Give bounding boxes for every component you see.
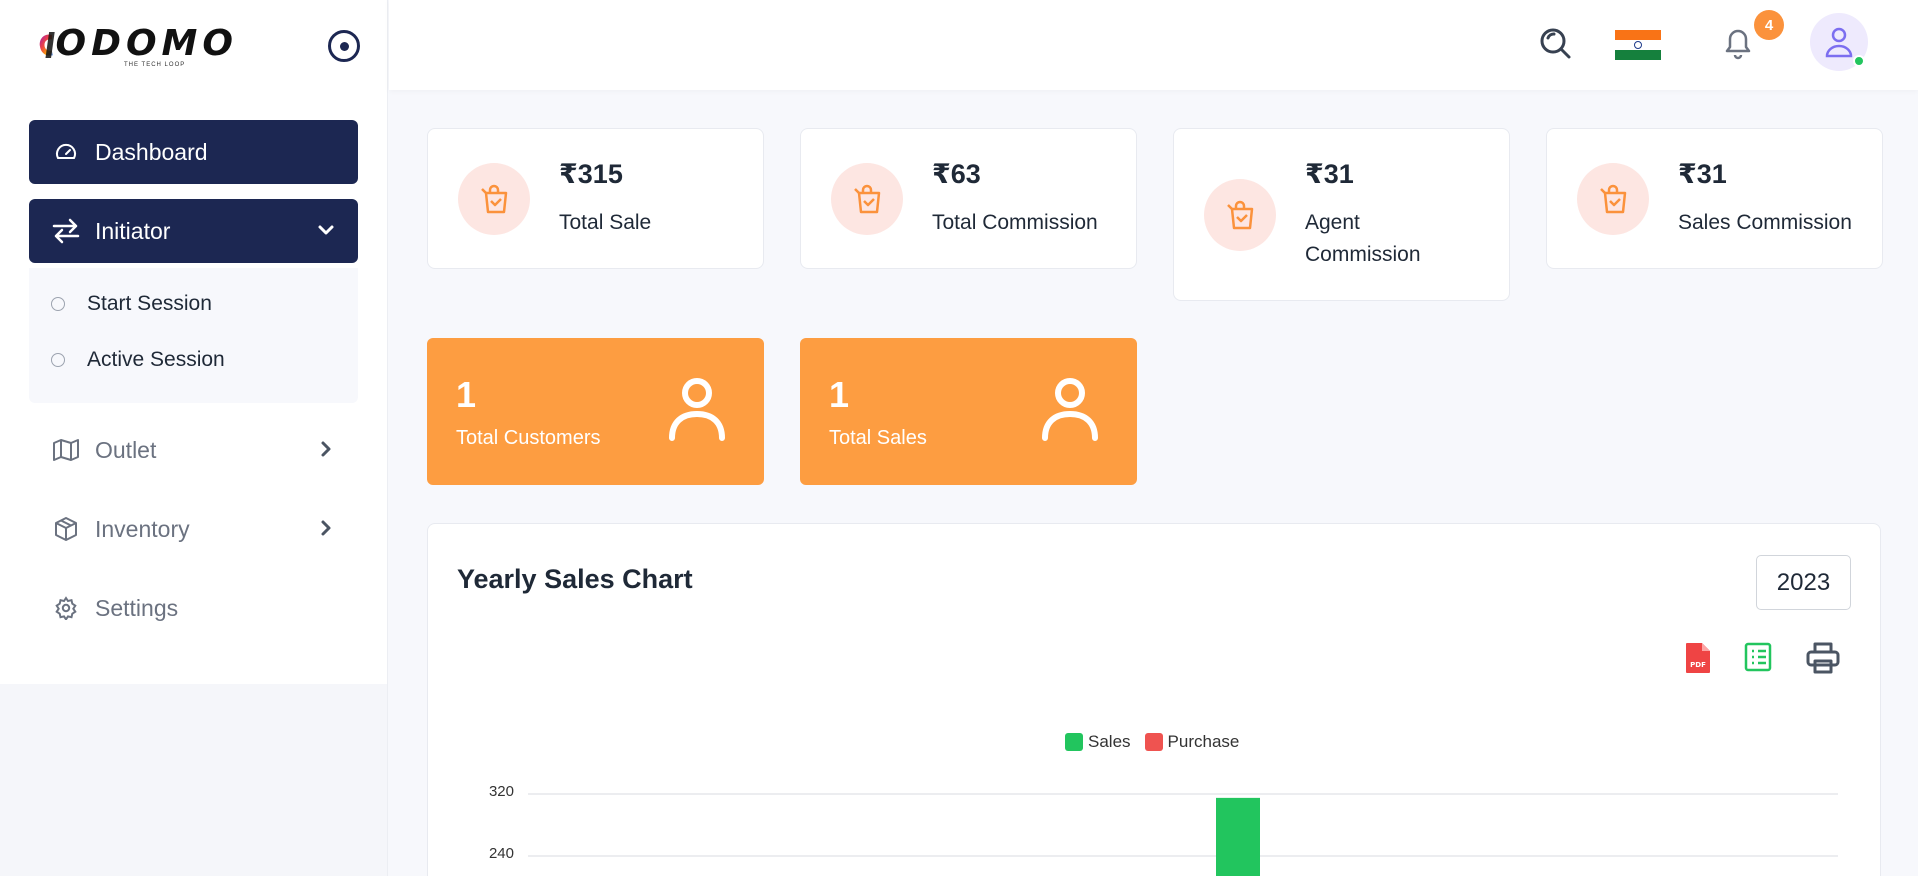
- gear-icon: [51, 593, 81, 623]
- stat-card-sales-commission: ₹31 Sales Commission: [1546, 128, 1883, 269]
- sidebar-subitem-active-session[interactable]: Active Session: [51, 348, 225, 372]
- user-icon: [669, 378, 725, 441]
- chevron-right-icon: [316, 438, 336, 465]
- sidebar-item-outlet[interactable]: Outlet: [29, 422, 358, 478]
- box-icon: [51, 514, 81, 544]
- map-icon: [51, 435, 81, 465]
- bar-sales[interactable]: [1216, 797, 1260, 876]
- bullet-circle-icon: [51, 353, 65, 367]
- shopping-bag-icon: [458, 163, 530, 235]
- counter-card-total-customers: 1 Total Customers: [427, 338, 764, 485]
- brand-name: ODOMO: [55, 22, 238, 64]
- bullet-circle-icon: [51, 297, 65, 311]
- sidebar-toggle-button[interactable]: [328, 30, 360, 62]
- online-status-dot: [1853, 55, 1865, 67]
- chevron-right-icon: [316, 517, 336, 544]
- stat-value: ₹315: [559, 159, 623, 189]
- sidebar-subitem-start-session[interactable]: Start Session: [51, 292, 212, 316]
- brand-tagline: THE TECH LOOP: [124, 62, 186, 68]
- sidebar-item-label: Outlet: [95, 436, 157, 463]
- sidebar: ODOMO THE TECH LOOP Dashboard Initiator …: [0, 0, 388, 684]
- stat-value: ₹31: [1678, 159, 1727, 189]
- yearly-sales-chart: 320 240: [489, 783, 1838, 876]
- chevron-down-icon: [316, 219, 336, 246]
- subitem-label: Active Session: [87, 348, 225, 371]
- notification-count-badge: 4: [1754, 10, 1784, 40]
- search-icon[interactable]: [1538, 26, 1572, 65]
- y-tick-label: 240: [489, 845, 514, 862]
- sidebar-item-dashboard[interactable]: Dashboard: [29, 120, 358, 184]
- user-icon: [1042, 378, 1098, 441]
- counter-value: 1: [829, 374, 850, 415]
- yearly-sales-chart-card: Yearly Sales Chart 2023 PDF Sales Purcha…: [427, 523, 1881, 876]
- toggle-dot-icon: [339, 41, 349, 51]
- sidebar-item-label: Inventory: [95, 515, 190, 542]
- brand-logo: ODOMO THE TECH LOOP: [38, 16, 238, 74]
- stat-value: ₹31: [1305, 159, 1354, 189]
- counter-label: Total Customers: [456, 427, 601, 449]
- arrows-exchange-icon: [51, 216, 81, 246]
- stat-label-line1: Agent: [1305, 211, 1360, 234]
- counter-label: Total Sales: [829, 427, 927, 449]
- stat-label-line2: Commission: [1305, 243, 1421, 266]
- initiator-submenu: Start Session Active Session: [29, 268, 358, 403]
- stat-value: ₹63: [932, 159, 981, 189]
- speedometer-icon: [51, 137, 81, 167]
- sidebar-item-inventory[interactable]: Inventory: [29, 501, 358, 557]
- sidebar-item-label: Dashboard: [95, 138, 208, 165]
- shopping-bag-icon: [831, 163, 903, 235]
- sidebar-item-settings[interactable]: Settings: [29, 580, 358, 636]
- stat-label: Total Commission: [932, 211, 1098, 234]
- sidebar-item-initiator[interactable]: Initiator: [29, 199, 358, 263]
- logo-mark-icon: [39, 32, 55, 58]
- shopping-bag-icon: [1577, 163, 1649, 235]
- shopping-bag-icon: [1204, 179, 1276, 251]
- user-icon: [1825, 27, 1853, 58]
- sidebar-footer-area: [0, 684, 388, 876]
- stat-card-agent-commission: ₹31 Agent Commission: [1173, 128, 1510, 301]
- bell-icon[interactable]: [1722, 24, 1754, 65]
- subitem-label: Start Session: [87, 292, 212, 315]
- counter-card-total-sales: 1 Total Sales: [800, 338, 1137, 485]
- top-header: [389, 0, 1918, 90]
- sidebar-item-label: Initiator: [95, 217, 171, 244]
- stat-card-total-sale: ₹315 Total Sale: [427, 128, 764, 269]
- india-flag-icon[interactable]: [1615, 30, 1661, 60]
- counter-value: 1: [456, 374, 477, 415]
- y-tick-label: 320: [489, 783, 514, 800]
- sidebar-item-label: Settings: [95, 594, 179, 621]
- stat-label: Total Sale: [559, 211, 652, 234]
- stat-label: Sales Commission: [1678, 211, 1852, 234]
- stat-card-total-commission: ₹63 Total Commission: [800, 128, 1137, 269]
